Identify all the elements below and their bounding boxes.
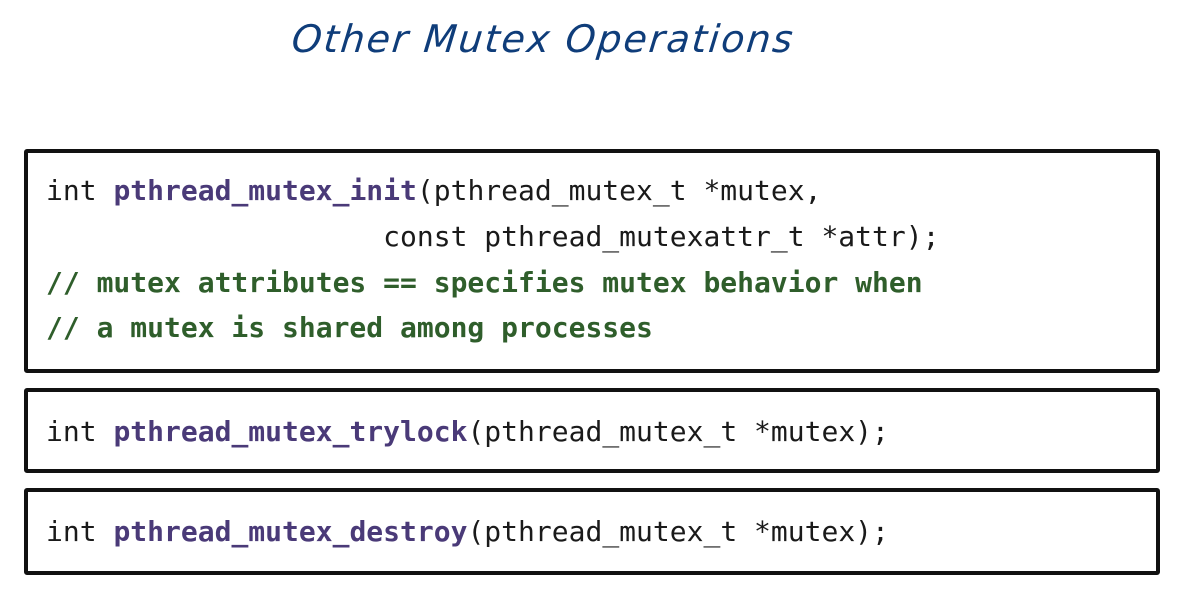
code-line-mutex-destroy-signature: int pthread_mutex_destroy(pthread_mutex_… [46,514,889,550]
code-params: (pthread_mutex_t *mutex); [467,515,889,548]
page-title: Other Mutex Operations [289,17,797,61]
code-block-mutex-destroy: int pthread_mutex_destroy(pthread_mutex_… [24,488,1160,575]
function-name-pthread-mutex-destroy: pthread_mutex_destroy [113,515,468,548]
code-block-mutex-init: int pthread_mutex_init(pthread_mutex_t *… [24,149,1160,373]
code-comment-line-2: // a mutex is shared among processes [46,311,653,344]
code-line-mutex-init-signature: int pthread_mutex_init(pthread_mutex_t *… [46,173,821,209]
code-line-mutex-init-params: const pthread_mutexattr_t *attr); [46,220,940,253]
code-line-mutex-trylock-signature: int pthread_mutex_trylock(pthread_mutex_… [46,414,889,450]
code-block-mutex-trylock: int pthread_mutex_trylock(pthread_mutex_… [24,388,1160,473]
code-params: (pthread_mutex_t *mutex); [467,415,889,448]
code-params: (pthread_mutex_t *mutex, [416,174,822,207]
code-keyword-int: int [46,415,114,448]
code-comment-line-1: // mutex attributes == specifies mutex b… [46,266,923,299]
code-keyword-int: int [46,174,114,207]
function-name-pthread-mutex-init: pthread_mutex_init [113,174,417,207]
code-keyword-int: int [46,515,114,548]
function-name-pthread-mutex-trylock: pthread_mutex_trylock [113,415,468,448]
